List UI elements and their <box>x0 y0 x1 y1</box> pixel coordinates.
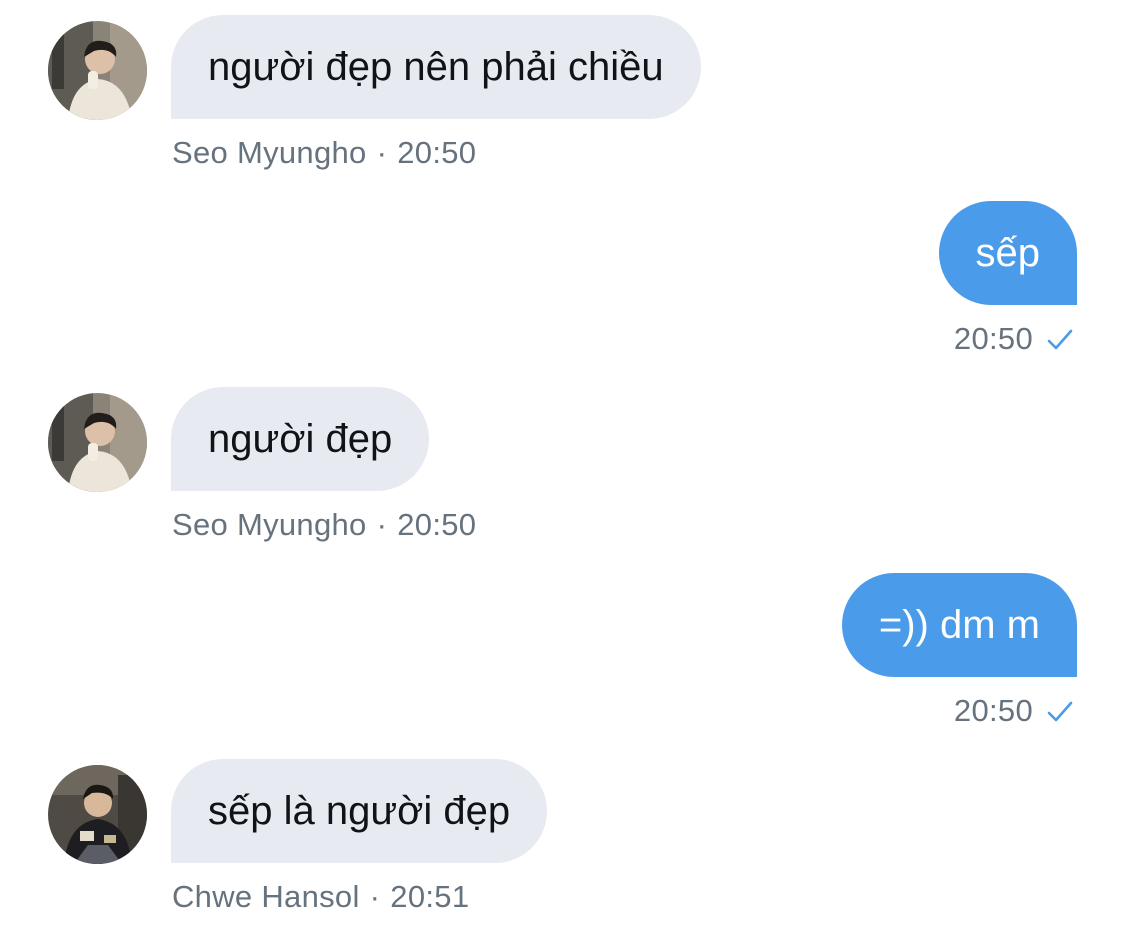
separator: · <box>376 135 388 170</box>
separator: · <box>376 507 388 542</box>
timestamp: 20:51 <box>390 879 470 914</box>
sender-name[interactable]: Chwe Hansol <box>172 879 360 914</box>
sent-check-icon <box>1047 701 1073 722</box>
avatar-chwe-hansol[interactable] <box>48 765 147 864</box>
timestamp: 20:50 <box>953 321 1033 356</box>
message-meta: 20:50 <box>954 321 1075 357</box>
avatar-seo-myungho[interactable] <box>48 21 147 120</box>
outgoing-message-bubble[interactable]: =)) dm m <box>841 573 1077 677</box>
message-meta: Seo Myungho · 20:50 <box>172 135 476 171</box>
message-meta: Chwe Hansol · 20:51 <box>172 879 469 915</box>
sender-name[interactable]: Seo Myungho <box>172 507 367 542</box>
user-avatar-photo <box>48 393 147 492</box>
message-meta: Seo Myungho · 20:50 <box>172 507 476 543</box>
user-avatar-photo <box>48 21 147 120</box>
sent-check-icon <box>1047 329 1073 350</box>
incoming-message-bubble[interactable]: người đẹp nên phải chiều <box>171 15 701 119</box>
avatar-seo-myungho[interactable] <box>48 393 147 492</box>
incoming-message-bubble[interactable]: sếp là người đẹp <box>171 759 548 863</box>
timestamp: 20:50 <box>397 507 477 542</box>
user-avatar-photo <box>48 765 147 864</box>
incoming-message-bubble[interactable]: người đẹp <box>171 387 430 491</box>
sender-name[interactable]: Seo Myungho <box>172 135 367 170</box>
timestamp: 20:50 <box>397 135 477 170</box>
message-meta: 20:50 <box>954 693 1075 729</box>
outgoing-message-bubble[interactable]: sếp <box>938 201 1077 305</box>
separator: · <box>369 879 381 914</box>
message-thread: người đẹp nên phải chiều Seo Myungho · 20:… <box>0 0 1125 932</box>
timestamp: 20:50 <box>953 693 1033 728</box>
